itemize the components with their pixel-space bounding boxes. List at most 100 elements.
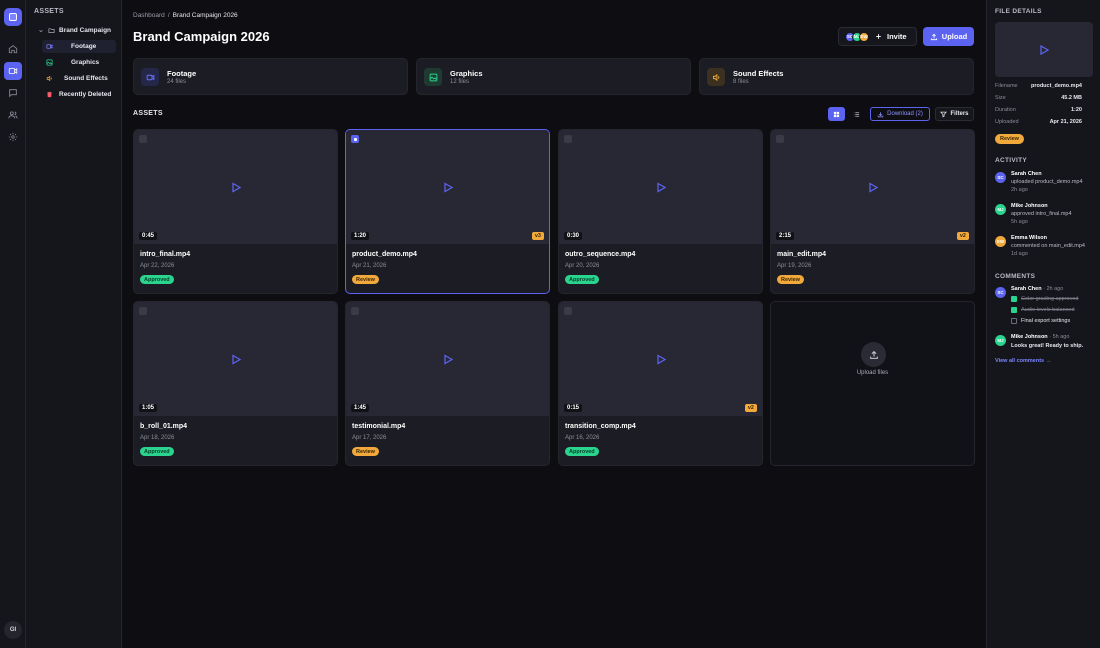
version-badge: v2 <box>956 232 969 240</box>
checklist-label: Color grading approved <box>1021 296 1079 302</box>
video-icon[interactable] <box>4 62 22 80</box>
activity-time: 2h ago <box>1011 187 1028 193</box>
asset-card[interactable]: 1:45 testimonial.mp4 Apr 17, 2026 Review <box>345 301 550 466</box>
checkbox-checked-icon[interactable] <box>1011 307 1017 313</box>
category-card-sound-effects[interactable]: Sound Effects 8 files <box>699 58 974 95</box>
asset-thumbnail[interactable]: 2:15 v2 <box>771 130 974 244</box>
detail-uploaded: Uploaded Apr 21, 2026 <box>995 119 1082 125</box>
play-icon <box>1040 44 1050 55</box>
play-icon[interactable] <box>442 181 454 194</box>
filters-label: Filters <box>950 111 969 117</box>
upload-label: Upload <box>941 32 968 41</box>
asset-select-checkbox[interactable] <box>351 135 359 143</box>
upload-icon <box>861 342 886 367</box>
tree-root-brand-campaign[interactable]: Brand Campaign <box>38 24 120 37</box>
tree-item-label: Sound Effects <box>64 75 108 82</box>
detail-key: Uploaded <box>995 119 1019 125</box>
category-count: 8 files <box>733 79 749 85</box>
play-icon[interactable] <box>230 181 242 194</box>
play-icon[interactable] <box>655 181 667 194</box>
view-all-comments-link[interactable]: View all comments → <box>995 358 1051 364</box>
detail-value: Apr 21, 2026 <box>1049 119 1082 125</box>
image-icon <box>424 68 442 86</box>
checkbox-icon[interactable] <box>1011 318 1017 324</box>
app-logo[interactable] <box>4 8 22 26</box>
comments-header: COMMENTS <box>995 273 1036 280</box>
tree-item-sound-effects[interactable]: Sound Effects <box>42 72 116 85</box>
status-badge: Approved <box>565 447 599 456</box>
asset-thumbnail[interactable]: 1:20 v3 <box>346 130 549 244</box>
asset-card[interactable]: 0:30 outro_sequence.mp4 Apr 20, 2026 Approv… <box>558 129 763 294</box>
play-icon[interactable] <box>230 353 242 366</box>
asset-thumbnail[interactable]: 1:05 <box>134 302 337 416</box>
filters-button[interactable]: Filters <box>935 107 974 121</box>
home-icon[interactable] <box>4 40 22 58</box>
checklist-item[interactable]: Final export settings <box>1011 318 1070 324</box>
category-card-footage[interactable]: Footage 24 files <box>133 58 408 95</box>
duration-badge: 2:15 <box>776 232 795 240</box>
invite-button[interactable]: Invite <box>875 32 907 41</box>
video-icon <box>46 44 53 49</box>
video-icon <box>141 68 159 86</box>
upload-button[interactable]: Upload <box>923 27 974 46</box>
user-avatar[interactable]: GI <box>4 621 22 639</box>
detail-key: Filename <box>995 83 1018 89</box>
play-icon[interactable] <box>867 181 879 194</box>
status-badge: Review <box>352 447 379 456</box>
chat-icon[interactable] <box>4 84 22 102</box>
asset-card[interactable]: 0:45 intro_final.mp4 Apr 22, 2026 Approved <box>133 129 338 294</box>
upload-dropzone[interactable]: Upload files <box>770 301 975 466</box>
asset-select-checkbox[interactable] <box>564 307 572 315</box>
asset-thumbnail[interactable]: 1:45 <box>346 302 549 416</box>
asset-date: Apr 16, 2026 <box>565 435 600 441</box>
play-icon[interactable] <box>655 353 667 366</box>
folder-icon <box>48 28 55 33</box>
tree-item-recently-deleted[interactable]: Recently Deleted <box>42 88 122 101</box>
activity-item: EW Emma Wilson commented on main_edit.mp… <box>995 235 1097 261</box>
tree-item-graphics[interactable]: Graphics <box>42 56 116 69</box>
activity-item: SC Sarah Chen uploaded product_demo.mp4 … <box>995 171 1097 197</box>
checklist-item[interactable]: Audio levels balanced <box>1011 307 1075 313</box>
asset-select-checkbox[interactable] <box>351 307 359 315</box>
asset-date: Apr 21, 2026 <box>352 263 387 269</box>
activity-item: MJ Mike Johnson approved intro_final.mp4… <box>995 203 1097 229</box>
asset-select-checkbox[interactable] <box>139 135 147 143</box>
settings-gear-icon[interactable] <box>4 128 22 146</box>
comment-time: · 5h ago <box>1049 334 1070 340</box>
asset-card[interactable]: 0:15 v2 transition_comp.mp4 Apr 16, 2026 App… <box>558 301 763 466</box>
checkbox-checked-icon[interactable] <box>1011 296 1017 302</box>
asset-card[interactable]: 2:15 v2 main_edit.mp4 Apr 19, 2026 Review <box>770 129 975 294</box>
asset-select-checkbox[interactable] <box>564 135 572 143</box>
asset-card[interactable]: 1:20 v3 product_demo.mp4 Apr 21, 2026 Review <box>345 129 550 294</box>
asset-select-checkbox[interactable] <box>139 307 147 315</box>
category-card-graphics[interactable]: Graphics 12 files <box>416 58 691 95</box>
detail-size: Size 45.2 MB <box>995 95 1082 101</box>
breadcrumb-dashboard[interactable]: Dashboard <box>133 12 165 19</box>
status-badge[interactable]: Review <box>995 134 1024 144</box>
speaker-icon <box>707 68 725 86</box>
file-preview[interactable] <box>995 22 1093 77</box>
status-badge: Approved <box>140 447 174 456</box>
upload-icon <box>930 33 937 40</box>
tree-item-label: Footage <box>71 43 97 50</box>
download-button[interactable]: Download (2) <box>870 107 930 121</box>
activity-user: Emma Wilson <box>1011 235 1048 241</box>
grid-view-button[interactable] <box>828 107 845 121</box>
asset-filename: b_roll_01.mp4 <box>140 423 188 430</box>
collaborator-avatars: SC MJ EW <box>845 31 869 42</box>
users-icon[interactable] <box>4 106 22 124</box>
asset-thumbnail[interactable]: 0:15 v2 <box>559 302 762 416</box>
collaborators-invite[interactable]: SC MJ EW Invite <box>838 27 917 46</box>
list-view-button[interactable] <box>848 107 865 121</box>
asset-card[interactable]: 1:05 b_roll_01.mp4 Apr 18, 2026 Approved <box>133 301 338 466</box>
asset-thumbnail[interactable]: 0:45 <box>134 130 337 244</box>
status-badge: Review <box>777 275 804 284</box>
category-name: Graphics <box>450 69 483 78</box>
play-icon[interactable] <box>442 353 454 366</box>
checklist-item[interactable]: Color grading approved <box>1011 296 1078 302</box>
tree-item-footage[interactable]: Footage <box>42 40 116 53</box>
invite-label: Invite <box>887 32 907 41</box>
breadcrumb: Dashboard / Brand Campaign 2026 <box>133 12 238 19</box>
asset-thumbnail[interactable]: 0:30 <box>559 130 762 244</box>
asset-select-checkbox[interactable] <box>776 135 784 143</box>
